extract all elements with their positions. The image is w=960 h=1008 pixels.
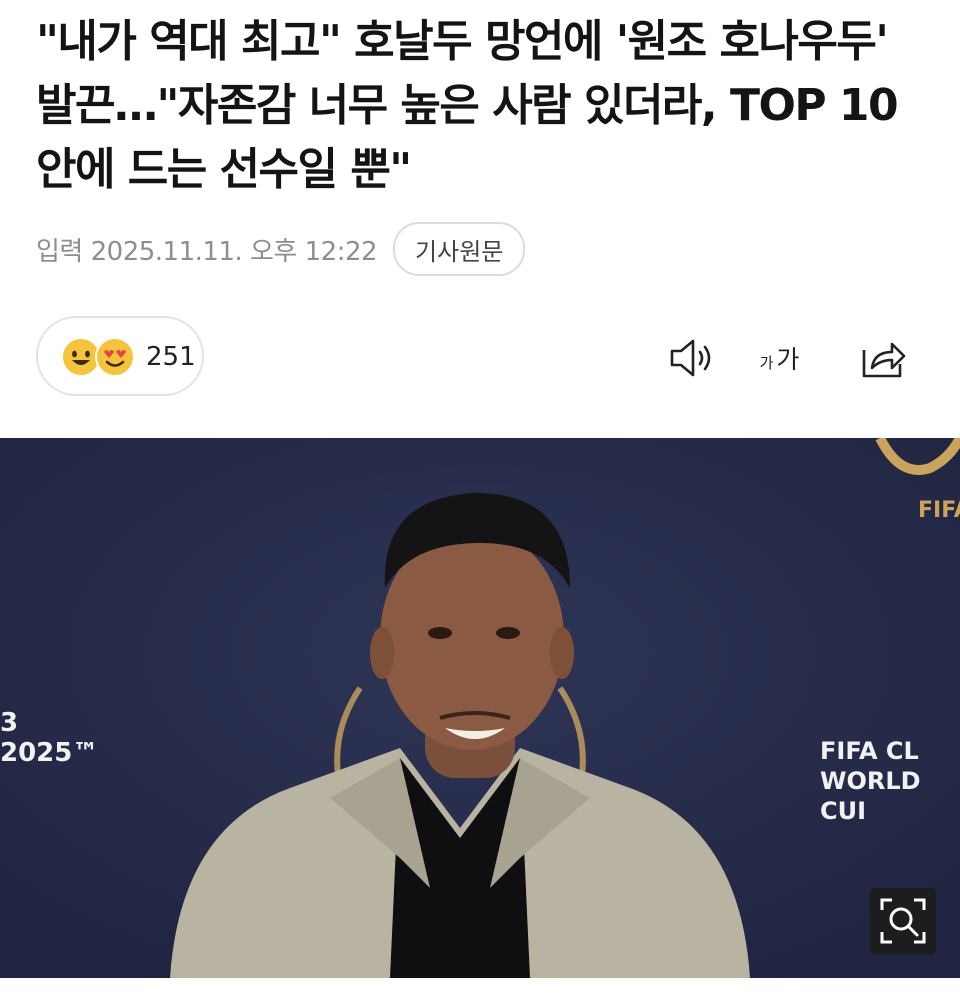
page-bottom <box>0 978 960 1008</box>
font-size-button[interactable]: 가 가 <box>758 334 818 382</box>
font-size-large-label: 가 <box>776 345 799 374</box>
dateline: 입력 2025.11.11. 오후 12:22 <box>36 236 378 267</box>
backdrop-text-left: 3 2025™ <box>0 708 99 768</box>
heart-eyes-emoji-icon <box>94 336 136 378</box>
photo-scene <box>0 438 960 978</box>
backdrop-logo-text: FIFA <box>918 498 960 523</box>
article-headline: "내가 역대 최고" 호날두 망언에 '원조 호나우두' 발끈…"자존감 너무 … <box>36 16 899 195</box>
article-toolbar: 가 가 <box>0 334 960 384</box>
font-size-small-label: 가 <box>760 354 774 372</box>
original-article-button[interactable]: 기사원문 <box>393 222 526 276</box>
share-icon[interactable] <box>858 334 908 382</box>
article-meta: 입력 2025.11.11. 오후 12:22 기사원문 <box>36 222 526 276</box>
zoom-icon[interactable] <box>870 888 936 954</box>
article-photo[interactable]: 32025™ FIFA CLWORLD CUI FIFA <box>0 438 960 978</box>
backdrop-text-right: FIFA CL WORLD CUI <box>820 737 921 825</box>
speaker-icon[interactable] <box>668 334 718 382</box>
